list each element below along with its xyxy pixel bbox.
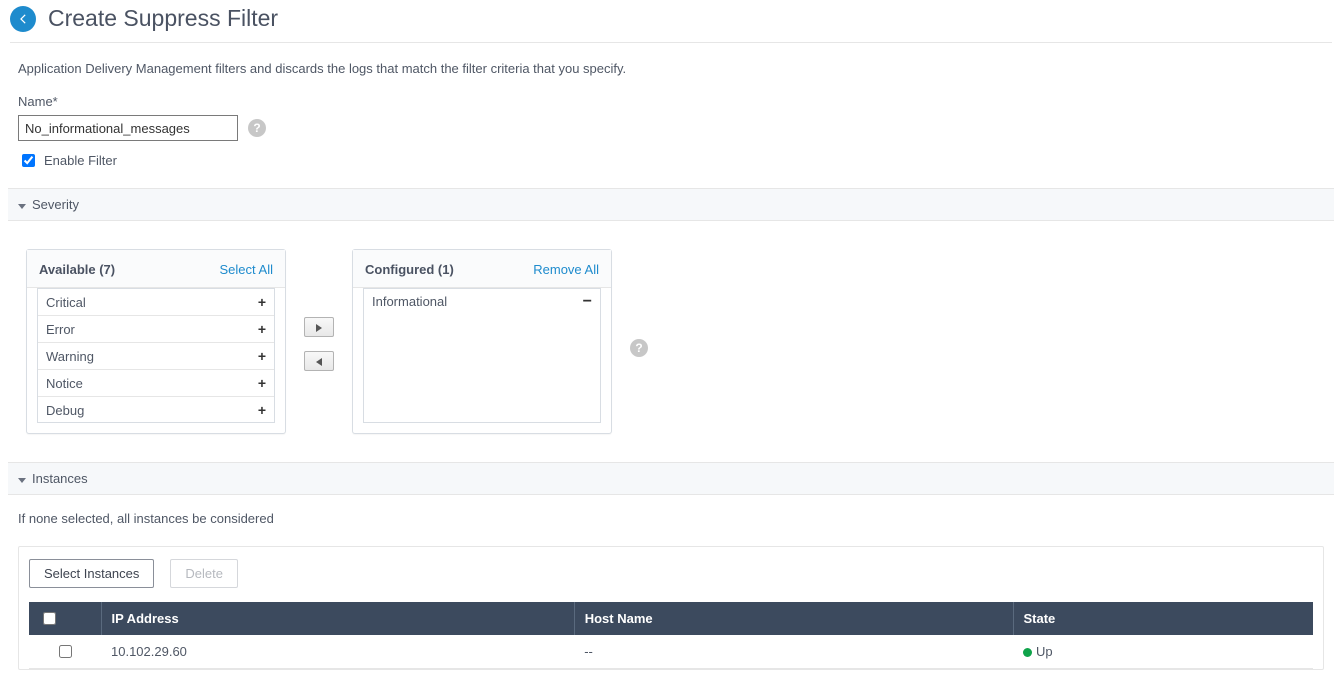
cell-state: Up (1013, 635, 1313, 669)
move-right-button[interactable] (304, 317, 334, 337)
plus-icon[interactable]: + (258, 294, 266, 310)
instances-panel: Select Instances Delete IP Address Host … (18, 546, 1324, 670)
chevron-down-icon (18, 471, 26, 486)
available-item[interactable]: Warning + (38, 343, 274, 370)
available-item-label: Notice (46, 376, 83, 391)
configured-item[interactable]: Informational − (364, 289, 600, 314)
available-list[interactable]: Critical + Error + Warning + Notice + Debug + (37, 288, 275, 423)
instances-table: IP Address Host Name State 10.102.29.60-… (29, 602, 1313, 669)
col-state[interactable]: State (1013, 602, 1313, 635)
name-label: Name* (18, 94, 1324, 109)
available-item[interactable]: Debug + (38, 397, 274, 423)
page-description: Application Delivery Management filters … (18, 61, 1324, 76)
col-host[interactable]: Host Name (574, 602, 1013, 635)
instances-title: Instances (32, 471, 88, 486)
enable-filter-checkbox[interactable] (22, 154, 35, 167)
name-input[interactable] (18, 115, 238, 141)
select-all-link[interactable]: Select All (220, 262, 273, 277)
state-label: Up (1036, 644, 1053, 659)
available-item-label: Debug (46, 403, 84, 418)
available-item[interactable]: Notice + (38, 370, 274, 397)
arrow-left-icon (16, 12, 30, 26)
chevron-down-icon (18, 197, 26, 212)
row-checkbox[interactable] (59, 645, 72, 658)
plus-icon[interactable]: + (258, 402, 266, 418)
enable-filter-label[interactable]: Enable Filter (44, 153, 117, 168)
remove-all-link[interactable]: Remove All (533, 262, 599, 277)
plus-icon[interactable]: + (258, 348, 266, 364)
available-item-label: Warning (46, 349, 94, 364)
instances-note: If none selected, all instances be consi… (18, 511, 1324, 526)
configured-title: Configured (1) (365, 262, 454, 277)
plus-icon[interactable]: + (258, 375, 266, 391)
plus-icon[interactable]: + (258, 321, 266, 337)
configured-box: Configured (1) Remove All Informational − (352, 249, 612, 434)
available-box: Available (7) Select All Critical + Error +… (26, 249, 286, 434)
select-all-checkbox[interactable] (43, 612, 56, 625)
available-item[interactable]: Error + (38, 316, 274, 343)
delete-button: Delete (170, 559, 238, 588)
help-icon[interactable]: ? (630, 339, 648, 357)
move-left-button[interactable] (304, 351, 334, 371)
status-dot-icon (1023, 648, 1032, 657)
severity-title: Severity (32, 197, 79, 212)
available-item[interactable]: Critical + (38, 289, 274, 316)
triangle-right-icon (316, 320, 322, 335)
cell-ip: 10.102.29.60 (101, 635, 574, 669)
back-button[interactable] (10, 6, 36, 32)
severity-section-header[interactable]: Severity (8, 188, 1334, 221)
available-title: Available (7) (39, 262, 115, 277)
table-row[interactable]: 10.102.29.60-- Up (29, 635, 1313, 669)
instances-section-header[interactable]: Instances (8, 462, 1334, 495)
minus-icon[interactable]: − (583, 297, 592, 307)
page-title: Create Suppress Filter (48, 5, 278, 32)
available-item-label: Error (46, 322, 75, 337)
cell-host: -- (574, 635, 1013, 669)
help-icon[interactable]: ? (248, 119, 266, 137)
page-header: Create Suppress Filter (10, 0, 1332, 43)
col-ip[interactable]: IP Address (101, 602, 574, 635)
configured-list[interactable]: Informational − (363, 288, 601, 423)
available-item-label: Critical (46, 295, 86, 310)
configured-item-label: Informational (372, 294, 447, 309)
select-instances-button[interactable]: Select Instances (29, 559, 154, 588)
triangle-left-icon (316, 354, 322, 369)
